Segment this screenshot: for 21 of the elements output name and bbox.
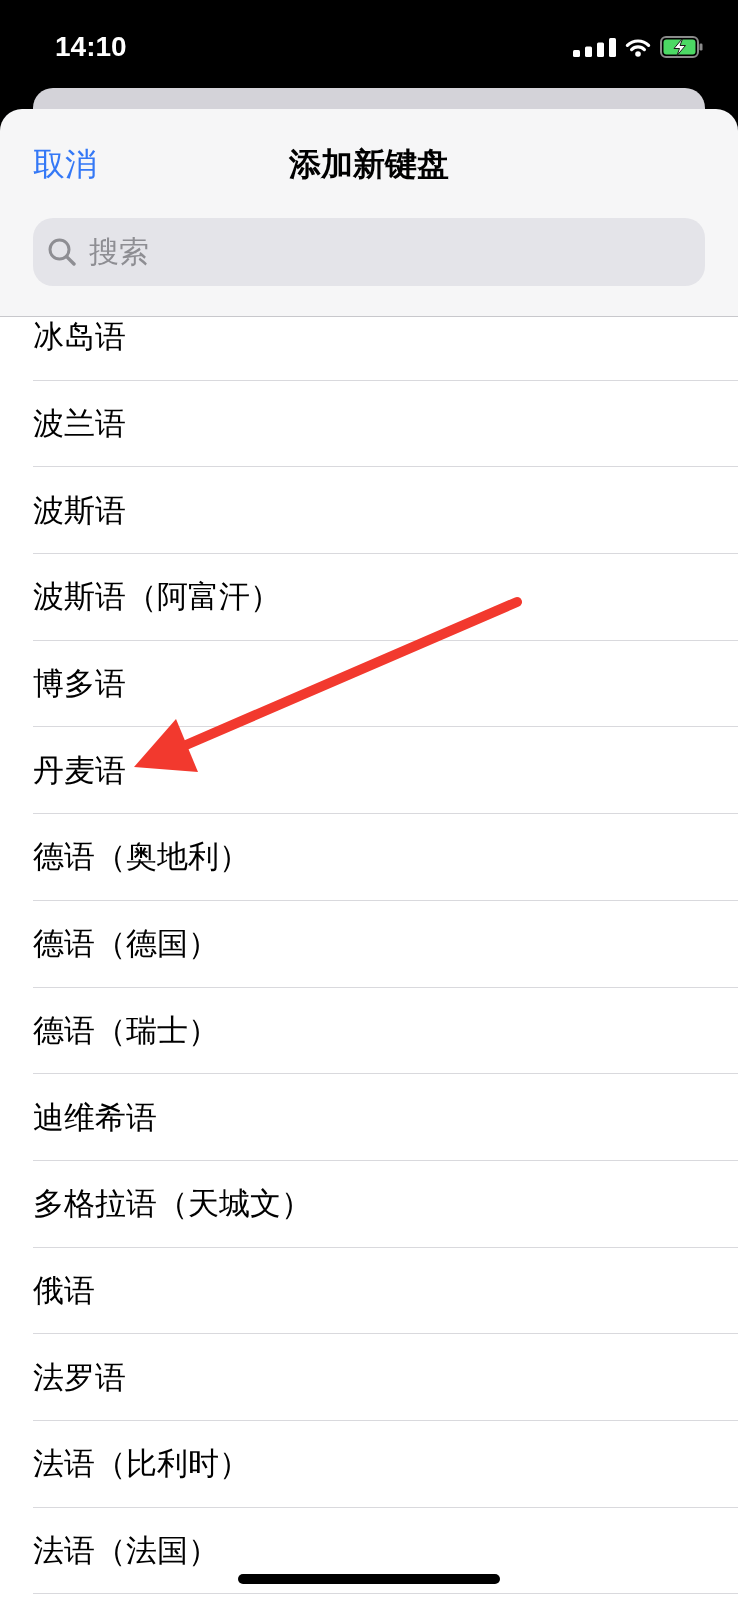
language-item[interactable]: 波斯语 — [33, 467, 738, 555]
language-item[interactable]: 德语（奥地利） — [33, 814, 738, 901]
language-item[interactable]: 迪维希语 — [33, 1074, 738, 1161]
language-item[interactable]: 德语（德国） — [33, 900, 738, 988]
language-item[interactable]: 博多语 — [33, 640, 738, 728]
language-item[interactable]: 波兰语 — [33, 380, 738, 468]
language-item[interactable]: 俄语 — [33, 1247, 738, 1335]
sheet-title: 添加新键盘 — [289, 147, 449, 180]
search-field[interactable]: 搜索 — [33, 218, 705, 286]
language-item[interactable]: 冰岛语 — [33, 317, 738, 381]
search-icon — [48, 238, 76, 266]
cancel-button[interactable]: 取消 — [33, 147, 97, 180]
battery-charging-icon — [660, 36, 703, 58]
language-item[interactable]: 法罗语 — [33, 1334, 738, 1421]
language-item[interactable]: 德语（瑞士） — [33, 987, 738, 1075]
cellular-signal-icon — [573, 37, 616, 57]
status-time: 14:10 — [55, 33, 127, 61]
language-item[interactable]: 多格拉语（天城文） — [33, 1160, 738, 1248]
wifi-icon — [625, 37, 651, 57]
language-item[interactable]: 波斯语（阿富汗） — [33, 554, 738, 641]
language-item[interactable]: 法语（比利时） — [33, 1420, 738, 1508]
